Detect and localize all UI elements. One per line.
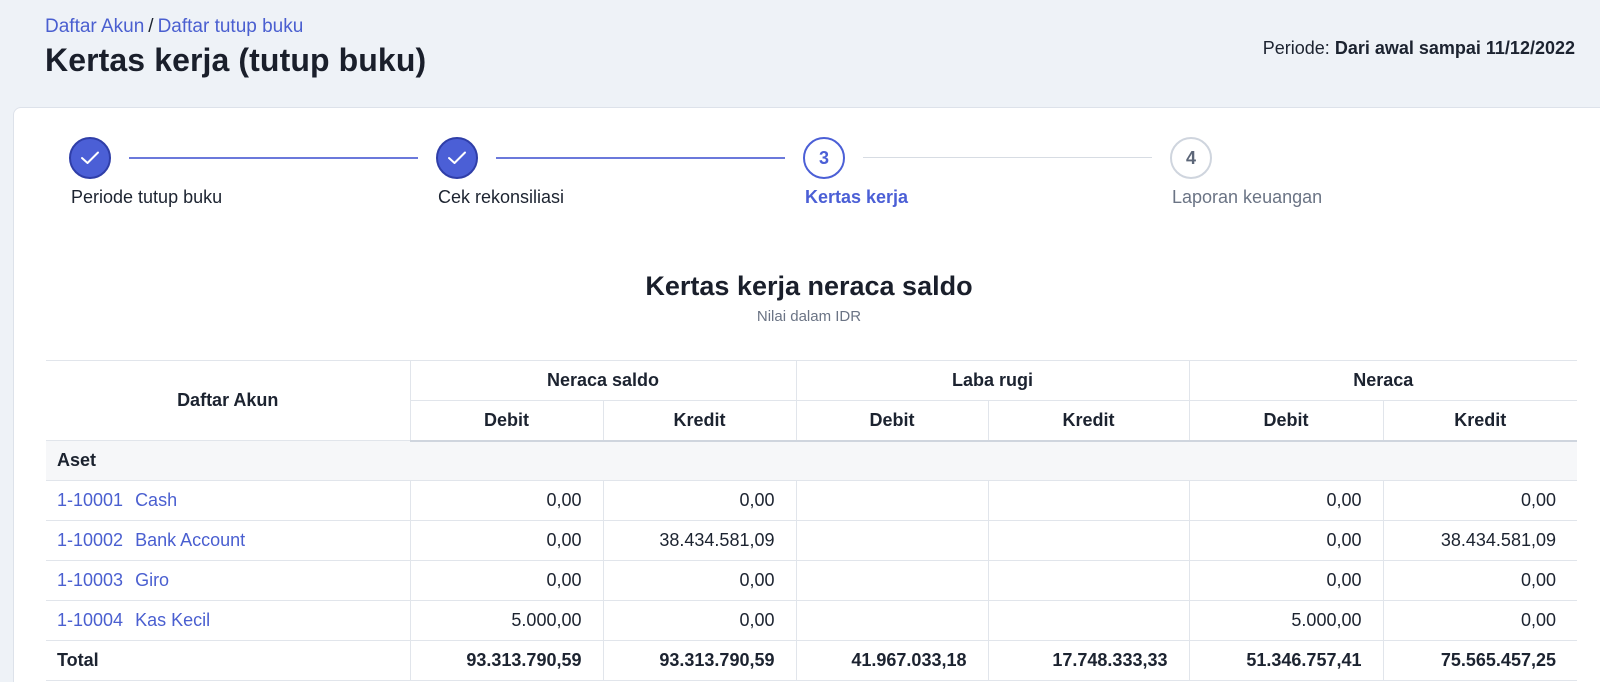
step-number: 4	[1170, 137, 1212, 179]
step-connector	[129, 157, 418, 159]
account-code: 1-10001	[57, 490, 124, 510]
total-label: Total	[46, 640, 411, 681]
breadcrumb-daftar-akun[interactable]: Daftar Akun	[45, 16, 144, 37]
account-code: 1-10004	[57, 610, 124, 630]
check-icon	[69, 137, 111, 179]
total-value: 75.565.457,25	[1382, 640, 1577, 681]
step-label: Kertas kerja	[805, 187, 909, 207]
cell-value	[987, 520, 1190, 561]
periode-label: Periode:	[1262, 38, 1330, 58]
cell-value: 38.434.581,09	[1382, 520, 1577, 561]
cell-value: 0,00	[1382, 560, 1577, 601]
group-header-neraca-saldo: Neraca saldo	[409, 360, 797, 401]
cell-value: 5.000,00	[409, 600, 604, 641]
column-header-debit: Debit	[410, 400, 604, 442]
breadcrumb-daftar-tutup-buku[interactable]: Daftar tutup buku	[158, 16, 304, 37]
group-name: Aset	[46, 440, 1577, 481]
account-name: Bank Account	[135, 530, 246, 550]
step-label: Periode tutup buku	[71, 187, 223, 207]
cell-value: 5.000,00	[1188, 600, 1384, 641]
group-header-laba-rugi: Laba rugi	[795, 360, 1190, 401]
cell-value	[795, 600, 989, 641]
worksheet-title: Kertas kerja neraca saldo	[645, 271, 973, 301]
step-connector	[496, 157, 785, 159]
table-row: 1-10001 Cash 0,00 0,00 0,00 0,00	[46, 480, 1577, 521]
account-name: Kas Kecil	[135, 610, 211, 630]
step-label: Laporan keuangan	[1172, 187, 1323, 207]
step-laporan-keuangan[interactable]: 4 Laporan keuangan	[1170, 137, 1322, 207]
account-name: Giro	[135, 570, 170, 590]
page-title: Kertas kerja (tutup buku)	[45, 42, 427, 78]
cell-value	[795, 560, 989, 601]
total-value: 51.346.757,41	[1188, 640, 1384, 681]
step-connector	[863, 157, 1152, 158]
total-value: 17.748.333,33	[987, 640, 1190, 681]
table-row: 1-10004 Kas Kecil 5.000,00 0,00 5.000,00 …	[46, 600, 1577, 641]
cell-value: 0,00	[602, 600, 797, 641]
cell-value: 0,00	[409, 520, 604, 561]
group-header-neraca: Neraca	[1188, 360, 1577, 401]
worksheet-subtitle: Nilai dalam IDR	[756, 308, 862, 325]
column-header-kredit: Kredit	[987, 400, 1190, 442]
cell-value	[987, 480, 1190, 521]
account-link[interactable]: 1-10004 Kas Kecil	[46, 600, 411, 641]
column-header-debit: Debit	[795, 400, 989, 442]
step-kertas-kerja[interactable]: 3 Kertas kerja	[803, 137, 908, 207]
cell-value	[795, 520, 989, 561]
column-header-kredit: Kredit	[602, 400, 797, 442]
step-periode-tutup-buku[interactable]: Periode tutup buku	[69, 137, 222, 207]
cell-value	[987, 600, 1190, 641]
page-header: Daftar Akun / Daftar tutup buku Kertas ker…	[45, 16, 426, 79]
cell-value	[795, 480, 989, 521]
cell-value: 38.434.581,09	[602, 520, 797, 561]
stepper: Periode tutup buku Cek rekonsiliasi 3 Ke…	[14, 108, 1600, 228]
cell-value: 0,00	[1382, 600, 1577, 641]
account-link[interactable]: 1-10001 Cash	[46, 480, 411, 521]
step-number: 3	[803, 137, 845, 179]
cell-value: 0,00	[1188, 520, 1384, 561]
periode-value: Dari awal sampai 11/12/2022	[1334, 38, 1575, 58]
breadcrumb: Daftar Akun / Daftar tutup buku	[45, 16, 426, 38]
account-link[interactable]: 1-10002 Bank Account	[46, 520, 411, 561]
account-code: 1-10002	[57, 530, 124, 550]
breadcrumb-separator: /	[148, 16, 154, 37]
account-name: Cash	[135, 490, 178, 510]
account-link[interactable]: 1-10003 Giro	[46, 560, 411, 601]
table-row: 1-10002 Bank Account 0,00 38.434.581,09 0…	[46, 520, 1577, 561]
periode-info: Periode: Dari awal sampai 11/12/2022	[1263, 38, 1575, 59]
column-header-kredit: Kredit	[1382, 400, 1577, 442]
cell-value: 0,00	[1188, 560, 1384, 601]
cell-value: 0,00	[1188, 480, 1384, 521]
account-code: 1-10003	[57, 570, 124, 590]
group-row: Aset	[46, 440, 1577, 481]
cell-value: 0,00	[409, 560, 604, 601]
worksheet-card: Periode tutup buku Cek rekonsiliasi 3 Ke…	[13, 107, 1600, 682]
step-cek-rekonsiliasi[interactable]: Cek rekonsiliasi	[436, 137, 564, 207]
cell-value: 0,00	[1382, 480, 1577, 521]
total-value: 93.313.790,59	[409, 640, 604, 681]
cell-value: 0,00	[602, 480, 797, 521]
total-row: Total 93.313.790,59 93.313.790,59 41.967…	[46, 640, 1577, 681]
cell-value: 0,00	[409, 480, 604, 521]
step-label: Cek rekonsiliasi	[438, 187, 565, 207]
table-row: 1-10003 Giro 0,00 0,00 0,00 0,00	[46, 560, 1577, 601]
total-value: 41.967.033,18	[795, 640, 989, 681]
cell-value	[987, 560, 1190, 601]
worksheet-table: Daftar Akun Neraca saldo Laba rugi Nerac…	[46, 360, 1577, 681]
cell-value: 0,00	[602, 560, 797, 601]
total-value: 93.313.790,59	[602, 640, 797, 681]
column-header-debit: Debit	[1188, 400, 1384, 442]
account-column-header: Daftar Akun	[46, 360, 411, 441]
check-icon	[436, 137, 478, 179]
